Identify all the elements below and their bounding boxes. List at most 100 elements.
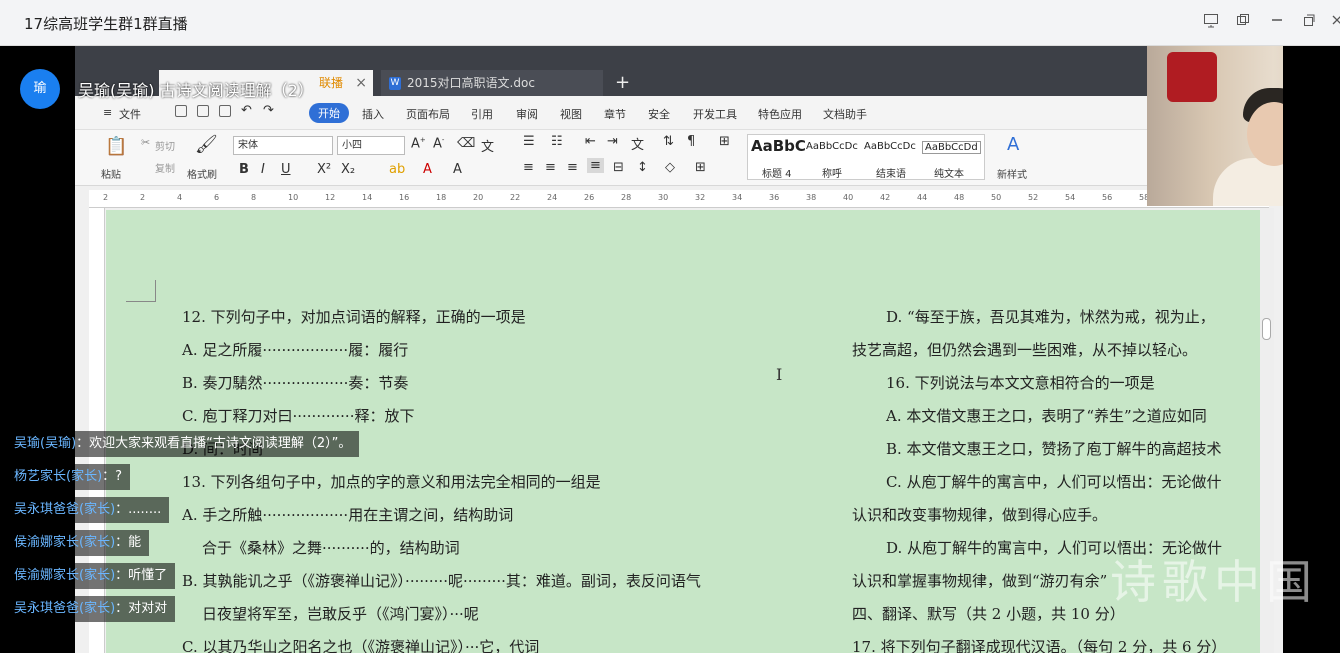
shrink-font-icon[interactable]: A- — [433, 136, 444, 151]
style-sample[interactable]: AaBbCcDc — [864, 141, 916, 152]
justify-icon[interactable]: ≡ — [587, 158, 604, 173]
copy-button[interactable]: 复制 — [155, 160, 175, 175]
char-shading-icon[interactable]: A — [453, 162, 462, 177]
ruler-tick-label: 40 — [843, 193, 854, 202]
increase-indent-icon[interactable]: ⇥ — [607, 134, 618, 149]
table-border-icon[interactable]: ⊞ — [695, 160, 706, 175]
menu-developer[interactable]: 开发工具 — [693, 106, 737, 122]
bold-icon[interactable]: B — [239, 162, 249, 177]
shading-icon[interactable]: ◇ — [665, 160, 675, 175]
menu-references[interactable]: 引用 — [471, 106, 493, 122]
menu-start[interactable]: 开始 — [309, 103, 349, 123]
close-icon[interactable] — [1326, 12, 1340, 34]
format-painter-button[interactable]: 格式刷 — [187, 166, 217, 181]
menu-insert[interactable]: 插入 — [362, 106, 384, 122]
print-icon[interactable] — [197, 105, 209, 117]
bullets-icon[interactable]: ☰ — [523, 134, 535, 149]
superscript-icon[interactable]: X² — [317, 162, 331, 177]
style-plain-text[interactable]: 纯文本 — [934, 165, 964, 180]
menu-icon[interactable]: ≡ — [103, 106, 112, 119]
close-icon[interactable]: × — [355, 70, 367, 96]
save-icon[interactable] — [175, 105, 187, 117]
menu-view[interactable]: 视图 — [560, 106, 582, 122]
scrollbar-thumb[interactable] — [1262, 318, 1271, 340]
ruler-tick-label: 2 — [140, 193, 146, 202]
document-line: 日夜望将军至，岂敢反乎（《鸿门宴》）···呢 — [202, 605, 479, 623]
style-gallery: AaBbC 标题 4 AaBbCcDc 称呼 AaBbCcDc 结束语 AaBb… — [747, 134, 985, 180]
document-line: 技艺高超，但仍然会遇到一些困难，从不掉以轻心。 — [852, 341, 1198, 359]
chinese-layout-icon[interactable]: 文 — [631, 134, 644, 153]
chat-sender[interactable]: 吴瑜(吴瑜) — [14, 436, 76, 451]
chat-text: ：? — [102, 469, 123, 484]
new-style-button[interactable]: 新样式 — [997, 166, 1027, 181]
document-line: A. 足之所履··················履：履行 — [182, 341, 409, 359]
chat-sender[interactable]: 侯渝娜家长(家长) — [14, 568, 115, 583]
align-right-icon[interactable]: ≡ — [567, 160, 578, 175]
chat-sender[interactable]: 杨艺家长(家长) — [14, 469, 102, 484]
font-color-icon[interactable]: A — [423, 162, 432, 177]
ruler-tick-label: 12 — [325, 193, 336, 202]
underline-icon[interactable]: U — [281, 162, 291, 177]
menu-doc-assistant[interactable]: 文档助手 — [823, 106, 867, 122]
style-sample[interactable]: AaBbC — [751, 137, 806, 155]
font-family-select[interactable]: 宋体 — [233, 136, 333, 155]
decrease-indent-icon[interactable]: ⇤ — [585, 134, 596, 149]
restore-small-icon[interactable] — [1232, 12, 1254, 34]
ruler-tick-label: 6 — [214, 193, 220, 202]
format-painter-icon[interactable]: 🖌 — [195, 134, 218, 155]
redo-icon[interactable]: ↷ — [263, 103, 274, 118]
host-avatar[interactable]: 瑜 — [20, 69, 60, 109]
style-closing[interactable]: 结束语 — [876, 165, 906, 180]
document-line: B. 奏刀騞然··················奏：节奏 — [182, 374, 409, 392]
menu-chapter[interactable]: 章节 — [604, 106, 626, 122]
cut-button[interactable]: 剪切 — [155, 138, 175, 153]
style-heading4[interactable]: 标题 4 — [762, 165, 792, 180]
menu-special[interactable]: 特色应用 — [758, 106, 802, 122]
undo-icon[interactable]: ↶ — [241, 103, 252, 118]
border-icon[interactable]: ⊞ — [719, 134, 730, 149]
clear-format-icon[interactable]: ⌫ — [457, 136, 475, 151]
document-line: 17. 将下列句子翻译成现代汉语。（每句 2 分，共 6 分） — [852, 638, 1227, 653]
menu-page-layout[interactable]: 页面布局 — [406, 106, 450, 122]
font-size-select[interactable]: 小四 — [337, 136, 405, 155]
minimize-icon[interactable] — [1266, 12, 1288, 34]
paste-button[interactable]: 粘贴 — [101, 166, 121, 181]
menu-review[interactable]: 审阅 — [516, 106, 538, 122]
phonetic-icon[interactable]: 文 — [481, 136, 494, 155]
distributed-icon[interactable]: ⊟ — [613, 160, 624, 175]
new-style-icon[interactable]: A — [1007, 134, 1019, 155]
new-tab-icon[interactable]: + — [615, 72, 630, 93]
ruler-tick-label: 50 — [991, 193, 1002, 202]
chat-sender[interactable]: 吴永琪爸爸(家长) — [14, 502, 115, 517]
show-marks-icon[interactable]: ¶ — [687, 134, 695, 149]
italic-icon[interactable]: I — [261, 162, 265, 177]
chat-sender[interactable]: 侯渝娜家长(家长) — [14, 535, 115, 550]
ruler-tick-label: 54 — [1065, 193, 1076, 202]
document-line: 四、翻译、默写（共 2 小题，共 10 分） — [852, 605, 1125, 623]
document-line: B. 其孰能讥之乎（《游褒禅山记》）·········呢·········其：难… — [182, 572, 701, 590]
ruler-tick-label: 16 — [399, 193, 410, 202]
align-center-icon[interactable]: ≡ — [545, 160, 556, 175]
popout-icon[interactable] — [1298, 12, 1320, 34]
tab-document[interactable]: W 2015对口高职语文.doc — [381, 70, 603, 96]
print-preview-icon[interactable] — [219, 105, 231, 117]
numbering-icon[interactable]: ☷ — [551, 134, 563, 149]
style-salutation[interactable]: 称呼 — [822, 165, 842, 180]
chat-sender[interactable]: 吴永琪爸爸(家长) — [14, 601, 115, 616]
line-spacing-icon[interactable]: ↕ — [637, 160, 648, 175]
subscript-icon[interactable]: X₂ — [341, 162, 355, 177]
sort-icon[interactable]: ⇅ — [663, 134, 674, 149]
style-sample[interactable]: AaBbCcDd — [922, 141, 981, 154]
menu-security[interactable]: 安全 — [648, 106, 670, 122]
align-left-icon[interactable]: ≡ — [523, 160, 534, 175]
style-sample[interactable]: AaBbCcDc — [806, 141, 858, 152]
text-cursor-icon: I — [776, 365, 783, 384]
cut-icon[interactable]: ✂ — [141, 136, 150, 149]
grow-font-icon[interactable]: A+ — [411, 136, 426, 151]
menu-file[interactable]: 文件 — [119, 106, 141, 122]
share-screen-icon[interactable] — [1200, 12, 1222, 34]
highlight-icon[interactable]: ab — [389, 162, 405, 177]
ruler-tick-label: 36 — [769, 193, 780, 202]
horizontal-ruler[interactable]: 2 2 4 6 8 10 12 14 16 18 20 22 24 26 28 30 32 34 36 38 40 42 4… — [89, 190, 1269, 208]
paste-icon[interactable]: 📋 — [105, 136, 127, 157]
